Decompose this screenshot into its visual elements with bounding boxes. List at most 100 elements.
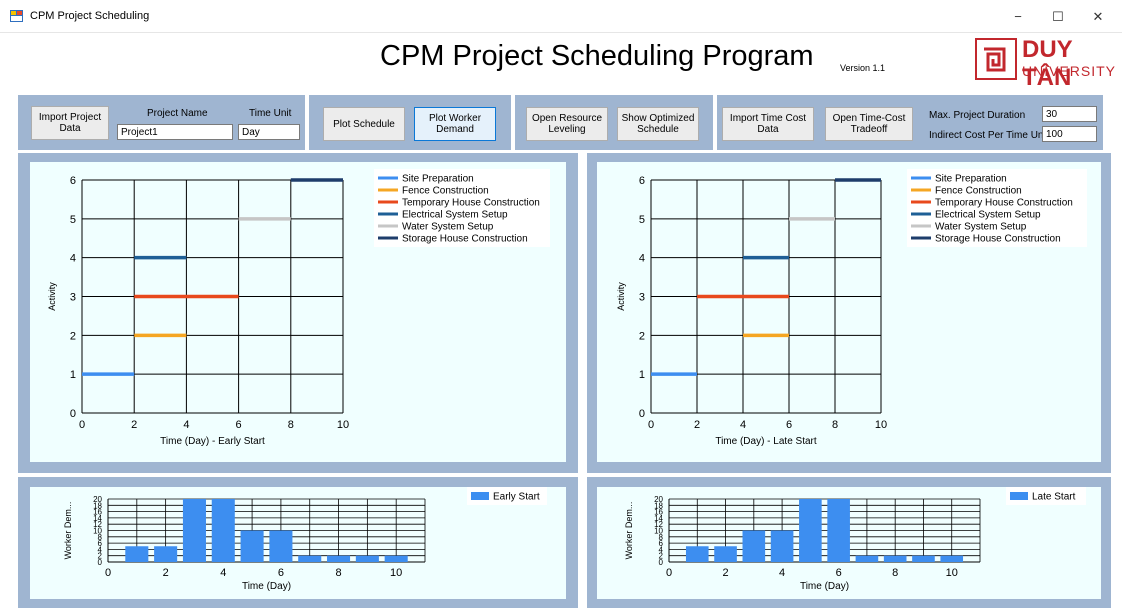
- x-tick-label: 10: [946, 567, 958, 579]
- legend-swatch: [1010, 492, 1028, 500]
- open-resource-leveling-button[interactable]: Open Resource Leveling: [526, 107, 608, 141]
- project-name-field[interactable]: Project1: [117, 124, 233, 140]
- maximize-button[interactable]: ☐: [1043, 6, 1073, 28]
- chart-svg: 0 2 4 6 8 1002468101214161820Time (Day)Worker…: [63, 487, 547, 592]
- early-start-demand-chart: 0 2 4 6 8 10 0 2 4 6 8 10 12 14 16 18 20 Time (Day) Worker…: [30, 487, 566, 599]
- y-tick-label: 20: [654, 495, 663, 504]
- y-axis-title: Worker Dem...: [63, 502, 73, 560]
- x-tick-label: 2: [694, 419, 700, 431]
- x-axis-title: Time (Day): [242, 581, 291, 592]
- x-tick-label: 0: [648, 419, 654, 431]
- y-tick-label: 1: [639, 369, 645, 381]
- max-duration-label: Max. Project Duration: [929, 110, 1026, 121]
- demand-bar: [211, 499, 235, 562]
- logo-subtext: UNIVERSITY: [1022, 63, 1117, 79]
- plot-worker-demand-button[interactable]: Plot Worker Demand: [414, 107, 496, 141]
- minimize-button[interactable]: −: [1003, 6, 1033, 28]
- late-start-gantt-chart: 0 2 4 6 8 10 0 1 2 3 4 5 6 Time (Day) - Late Start Act…: [597, 162, 1101, 462]
- early-demand-panel: 0 2 4 6 8 10 0 2 4 6 8 10 12 14 16 18 20 Time (Day) Worker…: [18, 477, 578, 608]
- y-tick-label: 3: [70, 292, 76, 304]
- page-title: CPM Project Scheduling Program: [380, 40, 814, 72]
- y-tick-label: 5: [639, 214, 645, 226]
- y-tick-label: 0: [639, 408, 645, 420]
- indirect-cost-label: Indirect Cost Per Time Unit: [929, 130, 1049, 141]
- time-unit-label: Time Unit: [249, 108, 292, 119]
- x-tick-label: 10: [875, 419, 887, 431]
- x-tick-label: 6: [236, 419, 242, 431]
- x-tick-label: 4: [779, 567, 785, 579]
- x-tick-label: 6: [786, 419, 792, 431]
- open-time-cost-tradeoff-button[interactable]: Open Time-Cost Tradeoff: [825, 107, 913, 141]
- early-start-gantt-chart: 0 2 4 6 8 10 0 1 2 3 4 5 6 Time (Day) - Early Start Ac…: [30, 162, 566, 462]
- demand-bar: [883, 555, 907, 562]
- late-demand-panel: 0 2 4 6 8 10 0 2 4 6 8 10 12 14 16 18 20 Time (Day) Worker…: [587, 477, 1111, 608]
- chart-legend: Site PreparationFence ConstructionTempor…: [374, 169, 550, 247]
- x-tick-label: 10: [390, 567, 402, 579]
- x-axis-title: Time (Day) - Late Start: [715, 436, 817, 447]
- legend-swatch: [471, 492, 489, 500]
- x-tick-label: 6: [278, 567, 284, 579]
- max-duration-field[interactable]: 30: [1042, 106, 1097, 122]
- legend-label: Storage House Construction: [935, 234, 1061, 245]
- legend-label: Electrical System Setup: [935, 210, 1041, 221]
- indirect-cost-field[interactable]: 100: [1042, 126, 1097, 142]
- chart-legend: Site PreparationFence ConstructionTempor…: [907, 169, 1087, 247]
- x-tick-label: 8: [892, 567, 898, 579]
- y-tick-label: 20: [93, 495, 102, 504]
- x-tick-label: 8: [832, 419, 838, 431]
- y-axis-title: Activity: [47, 282, 57, 311]
- university-logo-icon: [975, 38, 1017, 80]
- demand-bar: [855, 555, 879, 562]
- legend-label: Site Preparation: [935, 174, 1007, 185]
- close-button[interactable]: ✕: [1083, 6, 1113, 28]
- y-axis-title: Activity: [616, 282, 626, 311]
- demand-bar: [182, 499, 206, 562]
- x-tick-label: 4: [183, 419, 189, 431]
- chart-legend: Early Start: [467, 487, 547, 505]
- x-axis-title: Time (Day): [800, 581, 849, 592]
- x-tick-label: 0: [105, 567, 111, 579]
- demand-bar: [770, 530, 794, 562]
- y-tick-label: 1: [70, 369, 76, 381]
- y-tick-label: 2: [639, 330, 645, 342]
- x-tick-label: 2: [163, 567, 169, 579]
- x-tick-label: 0: [666, 567, 672, 579]
- window-title: CPM Project Scheduling: [30, 10, 150, 22]
- x-tick-label: 2: [722, 567, 728, 579]
- x-tick-label: 6: [836, 567, 842, 579]
- show-optimized-schedule-button[interactable]: Show Optimized Schedule: [617, 107, 699, 141]
- x-tick-label: 4: [740, 419, 746, 431]
- legend-label: Temporary House Construction: [935, 198, 1073, 209]
- chart-svg: 0 2 4 6 8 1002468101214161820Time (Day)Worker…: [624, 487, 1086, 592]
- demand-bar: [269, 530, 293, 562]
- y-tick-label: 6: [639, 175, 645, 187]
- demand-bar: [355, 555, 379, 562]
- import-time-cost-data-button[interactable]: Import Time Cost Data: [722, 107, 814, 141]
- time-unit-field[interactable]: Day: [238, 124, 300, 140]
- demand-bar: [154, 546, 178, 562]
- demand-bar: [685, 546, 709, 562]
- x-tick-label: 2: [131, 419, 137, 431]
- demand-bar: [940, 555, 964, 562]
- demand-bar: [714, 546, 737, 562]
- x-tick-label: 10: [337, 419, 349, 431]
- x-axis-title: Time (Day) - Early Start: [160, 436, 265, 447]
- legend-label: Water System Setup: [402, 222, 494, 233]
- app-icon: [10, 10, 23, 22]
- x-tick-label: 0: [79, 419, 85, 431]
- legend-label: Fence Construction: [402, 186, 489, 197]
- demand-bar: [327, 555, 351, 562]
- y-tick-label: 6: [70, 175, 76, 187]
- plot-schedule-button[interactable]: Plot Schedule: [323, 107, 405, 141]
- x-tick-label: 8: [335, 567, 341, 579]
- demand-bar: [912, 555, 935, 562]
- demand-bar: [827, 499, 850, 562]
- y-tick-label: 0: [70, 408, 76, 420]
- late-schedule-panel: 0 2 4 6 8 10 0 1 2 3 4 5 6 Time (Day) - Late Start Act…: [587, 153, 1111, 473]
- chart-svg: 0 2 4 6 8 10 0 1 2 3 4 5 6 Time (Day) - Early Start Ac…: [47, 169, 550, 447]
- version-label: Version 1.1: [840, 63, 886, 73]
- chart-svg: 0 2 4 6 8 10 0 1 2 3 4 5 6 Time (Day) - Late Start Act…: [616, 169, 1087, 447]
- demand-bar: [298, 555, 322, 562]
- import-project-data-button[interactable]: Import Project Data: [31, 106, 109, 140]
- legend-label: Site Preparation: [402, 174, 474, 185]
